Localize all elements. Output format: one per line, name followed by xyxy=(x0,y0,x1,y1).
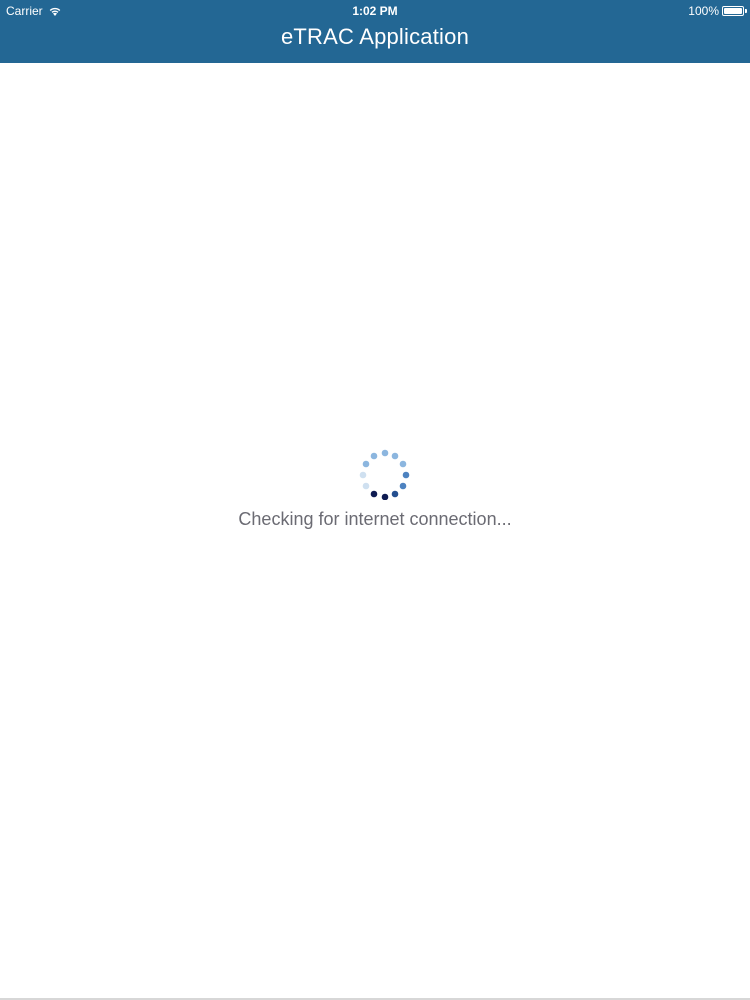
loading-spinner-icon xyxy=(357,448,413,501)
battery-area: 100% xyxy=(688,4,747,18)
loading-message: Checking for internet connection... xyxy=(238,509,512,529)
app-title: eTRAC Application xyxy=(280,24,470,49)
battery-cap xyxy=(745,9,747,13)
battery-fill xyxy=(724,8,742,14)
app-header: Carrier 1:02 PM 100% eTRAC Application xyxy=(0,0,750,63)
status-time: 1:02 PM xyxy=(352,4,398,18)
battery-icon xyxy=(722,6,747,16)
battery-percent: 100% xyxy=(688,4,719,18)
status-bar: Carrier 1:02 PM 100% xyxy=(0,0,750,21)
